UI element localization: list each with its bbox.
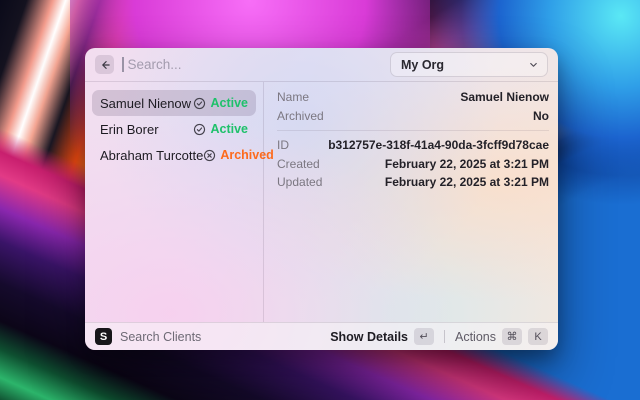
org-dropdown[interactable]: My Org [390, 52, 548, 77]
chevron-down-icon [528, 59, 539, 70]
search-input[interactable] [126, 56, 391, 73]
client-status-label: Active [210, 96, 248, 110]
window-footer: S Search Clients Show Details ↵ Actions … [85, 322, 558, 350]
detail-label: Name [277, 90, 309, 104]
details-panel: Name Samuel Nienow Archived No ID b31275… [264, 82, 558, 322]
client-list-item[interactable]: Samuel Nienow Active [92, 90, 256, 116]
k-key-badge: K [528, 328, 548, 345]
detail-value: No [533, 109, 549, 123]
app-icon-letter: S [100, 331, 107, 343]
detail-value: Samuel Nienow [460, 90, 549, 104]
detail-label: Archived [277, 109, 324, 123]
detail-row: ID b312757e-318f-41a4-90da-3fcff9d78cae [277, 136, 549, 155]
launcher-window: My Org Samuel Nienow Active Erin Borer [85, 48, 558, 350]
client-list-item[interactable]: Abraham Turcotte Archived [92, 142, 256, 168]
client-status-label: Active [210, 122, 248, 136]
show-details-action[interactable]: Show Details ↵ [330, 328, 434, 345]
detail-row: Name Samuel Nienow [277, 88, 549, 107]
detail-label: Updated [277, 175, 322, 189]
detail-label: ID [277, 138, 289, 152]
arrow-left-icon [99, 59, 111, 71]
client-name: Abraham Turcotte [100, 148, 203, 163]
actions-menu-button[interactable]: Actions ⌘ K [455, 328, 548, 345]
footer-app-label: Search Clients [120, 330, 201, 344]
check-circle-icon [193, 123, 206, 136]
client-name: Erin Borer [100, 122, 159, 137]
detail-row: Archived No [277, 107, 549, 126]
details-primary-group: Name Samuel Nienow Archived No [277, 88, 549, 125]
detail-row: Updated February 22, 2025 at 3:21 PM [277, 173, 549, 192]
desktop: My Org Samuel Nienow Active Erin Borer [0, 0, 640, 400]
footer-separator [444, 330, 445, 343]
back-button[interactable] [95, 55, 114, 74]
client-list: Samuel Nienow Active Erin Borer Ac [85, 82, 263, 322]
check-circle-icon [193, 97, 206, 110]
client-status: Active [193, 96, 248, 110]
org-dropdown-value: My Org [401, 58, 444, 72]
client-status: Active [193, 122, 248, 136]
window-content: Samuel Nienow Active Erin Borer Ac [85, 82, 558, 322]
details-secondary-group: ID b312757e-318f-41a4-90da-3fcff9d78cae … [277, 136, 549, 192]
show-details-label: Show Details [330, 330, 408, 344]
detail-value: February 22, 2025 at 3:21 PM [385, 175, 549, 189]
detail-label: Created [277, 157, 320, 171]
detail-value: b312757e-318f-41a4-90da-3fcff9d78cae [328, 138, 549, 152]
detail-value: February 22, 2025 at 3:21 PM [385, 157, 549, 171]
return-key-badge: ↵ [414, 328, 434, 345]
detail-row: Created February 22, 2025 at 3:21 PM [277, 155, 549, 174]
app-icon: S [95, 328, 112, 345]
command-key-badge: ⌘ [502, 328, 522, 345]
client-name: Samuel Nienow [100, 96, 191, 111]
window-header: My Org [85, 48, 558, 82]
footer-left: S Search Clients [95, 328, 201, 345]
actions-label: Actions [455, 330, 496, 344]
client-list-item[interactable]: Erin Borer Active [92, 116, 256, 142]
details-divider [277, 130, 549, 131]
x-circle-icon [203, 149, 216, 162]
footer-right: Show Details ↵ Actions ⌘ K [330, 328, 548, 345]
text-caret [122, 57, 124, 72]
